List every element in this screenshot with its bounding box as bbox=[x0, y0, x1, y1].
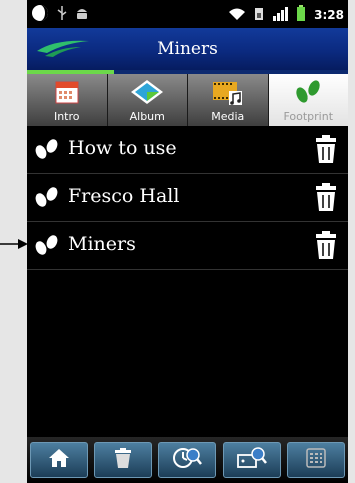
list-item[interactable]: How to use bbox=[27, 126, 348, 174]
list-item-label: Fresco Hall bbox=[68, 185, 180, 207]
sim-icon bbox=[254, 6, 264, 25]
delete-button[interactable] bbox=[94, 442, 153, 478]
tab-intro[interactable]: Intro bbox=[27, 74, 108, 126]
list-item[interactable]: Miners bbox=[27, 222, 348, 270]
page-title: Miners bbox=[157, 39, 218, 59]
status-time: 3:28 bbox=[314, 8, 344, 22]
tab-label: Intro bbox=[53, 110, 80, 123]
map-search-button[interactable] bbox=[222, 442, 281, 478]
list-item-label: How to use bbox=[68, 137, 177, 159]
list-item[interactable]: Fresco Hall bbox=[27, 174, 348, 222]
trash-icon[interactable] bbox=[314, 182, 338, 216]
clock-search-icon bbox=[172, 446, 203, 474]
history-search-button[interactable] bbox=[158, 442, 217, 478]
tab-bar: Intro Album Media Footprint bbox=[27, 74, 348, 126]
list-item-label: Miners bbox=[68, 233, 136, 255]
phone-screen: 3:28 Miners Intro Album Media Footprint … bbox=[27, 0, 348, 483]
battery-icon bbox=[296, 5, 306, 25]
map-search-icon bbox=[236, 446, 267, 474]
bottom-toolbar bbox=[27, 437, 348, 483]
home-icon bbox=[48, 448, 70, 472]
signal-icon bbox=[272, 6, 289, 25]
footprint-icon bbox=[33, 186, 61, 212]
footprint-list: How to use Fresco Hall Miners bbox=[27, 126, 348, 270]
android-debug-icon bbox=[75, 5, 89, 25]
wifi-icon bbox=[228, 6, 246, 25]
status-bar: 3:28 bbox=[27, 0, 348, 28]
tab-label: Footprint bbox=[283, 110, 334, 123]
album-icon bbox=[130, 79, 164, 109]
calendar-icon bbox=[54, 79, 80, 109]
trash-icon[interactable] bbox=[314, 230, 338, 264]
trash-icon[interactable] bbox=[314, 134, 338, 168]
keypad-button[interactable] bbox=[286, 442, 345, 478]
tab-label: Media bbox=[211, 110, 245, 123]
tab-footprint[interactable]: Footprint bbox=[268, 74, 348, 126]
pointer-arrow bbox=[0, 235, 28, 254]
moon-icon bbox=[31, 4, 49, 26]
media-icon bbox=[212, 79, 244, 111]
tab-album[interactable]: Album bbox=[107, 74, 188, 126]
tab-label: Album bbox=[129, 110, 165, 123]
keypad-icon bbox=[306, 448, 326, 472]
footprint-icon bbox=[33, 138, 61, 164]
home-button[interactable] bbox=[30, 442, 89, 478]
title-bar: Miners bbox=[27, 28, 348, 70]
trash-icon bbox=[114, 447, 132, 473]
footprint-icon bbox=[33, 234, 61, 260]
usb-icon bbox=[57, 5, 67, 25]
tab-media[interactable]: Media bbox=[188, 74, 269, 126]
footprint-icon bbox=[292, 79, 324, 109]
